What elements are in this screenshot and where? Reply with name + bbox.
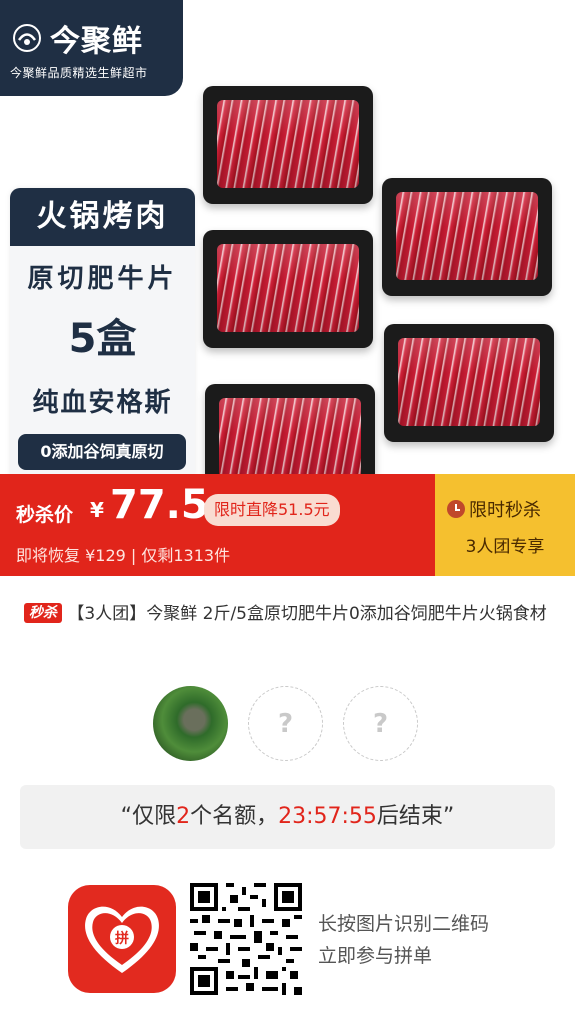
question-mark-icon: ? bbox=[372, 708, 389, 739]
countdown-suffix: 后结束” bbox=[376, 804, 455, 829]
empty-slot[interactable]: ? bbox=[248, 686, 323, 761]
brand-slogan: 今聚鲜品质精选生鲜超市 bbox=[10, 66, 148, 80]
meat-tray-image bbox=[384, 324, 554, 442]
qr-code[interactable] bbox=[190, 883, 302, 995]
promo-quantity: 5盒 bbox=[68, 316, 137, 362]
promo-panel: 火锅烤肉 原切肥牛片 5盒 纯血安格斯 0添加谷饲真原切 bbox=[10, 188, 195, 474]
promo-line: 原切肥牛片 bbox=[27, 264, 178, 294]
clock-icon bbox=[447, 500, 465, 518]
brand-name: 今聚鲜 bbox=[50, 24, 143, 59]
meat-tray-image bbox=[205, 384, 375, 474]
promo-pill: 0添加谷饲真原切 bbox=[18, 434, 186, 470]
price-subtext: 即将恢复 ¥129 | 仅剩1313件 bbox=[16, 546, 231, 565]
flash-sale-subtitle: 3人团专享 bbox=[465, 537, 545, 557]
hero-banner: 今聚鲜 今聚鲜品质精选生鲜超市 火锅烤肉 原切肥牛片 5盒 纯血安格斯 0添加谷… bbox=[0, 0, 575, 474]
product-title-block: 秒杀 【3人团】今聚鲜 2斤/5盒原切肥牛片0添加谷饲肥牛片火锅食材 bbox=[24, 598, 554, 630]
meat-tray-image bbox=[203, 230, 373, 348]
pinduoduo-heart-icon: 拼 bbox=[85, 906, 159, 973]
countdown-banner: “仅限2个名额，23:57:55后结束” bbox=[20, 785, 555, 849]
brand-logo: 今聚鲜 bbox=[12, 16, 143, 60]
meat-tray-image bbox=[203, 86, 373, 204]
countdown-mid: 个名额， bbox=[190, 804, 279, 829]
group-members: ? ? bbox=[153, 686, 418, 761]
qr-instructions: 长按图片识别二维码 立即参与拼单 bbox=[318, 908, 489, 972]
flash-sale-title: 限时秒杀 bbox=[469, 500, 541, 521]
promo-title: 火锅烤肉 bbox=[10, 188, 195, 246]
slots-count: 2 bbox=[176, 804, 191, 829]
brand-logo-icon bbox=[13, 24, 41, 52]
sale-price: 77.5 bbox=[110, 482, 209, 528]
brand-badge: 今聚鲜 今聚鲜品质精选生鲜超市 bbox=[0, 0, 183, 96]
discount-badge: 限时直降51.5元 bbox=[204, 494, 340, 526]
product-title: 【3人团】今聚鲜 2斤/5盒原切肥牛片0添加谷饲肥牛片火锅食材 bbox=[67, 604, 547, 624]
avatar bbox=[153, 686, 228, 761]
flash-sale-tag: 秒杀 bbox=[24, 603, 62, 623]
price-label: 秒杀价 bbox=[16, 504, 74, 526]
qr-tip-line1: 长按图片识别二维码 bbox=[318, 913, 490, 935]
flash-sale-title-row: 限时秒杀 bbox=[447, 496, 541, 522]
price-bar: 秒杀价 ¥ 77.5 限时直降51.5元 即将恢复 ¥129 | 仅剩1313件 bbox=[0, 474, 435, 576]
meat-tray-image bbox=[382, 178, 552, 296]
question-mark-icon: ? bbox=[277, 708, 294, 739]
countdown-prefix: “仅限 bbox=[120, 804, 177, 829]
promo-line: 纯血安格斯 bbox=[32, 388, 173, 418]
svg-text:拼: 拼 bbox=[115, 930, 129, 947]
countdown-timer: 23:57:55 bbox=[278, 804, 377, 829]
empty-slot[interactable]: ? bbox=[343, 686, 418, 761]
pinduoduo-logo: 拼 bbox=[68, 885, 176, 993]
qr-tip-line2: 立即参与拼单 bbox=[318, 945, 433, 967]
currency-symbol: ¥ bbox=[90, 498, 104, 522]
flash-sale-box: 限时秒杀 3人团专享 bbox=[435, 474, 575, 576]
